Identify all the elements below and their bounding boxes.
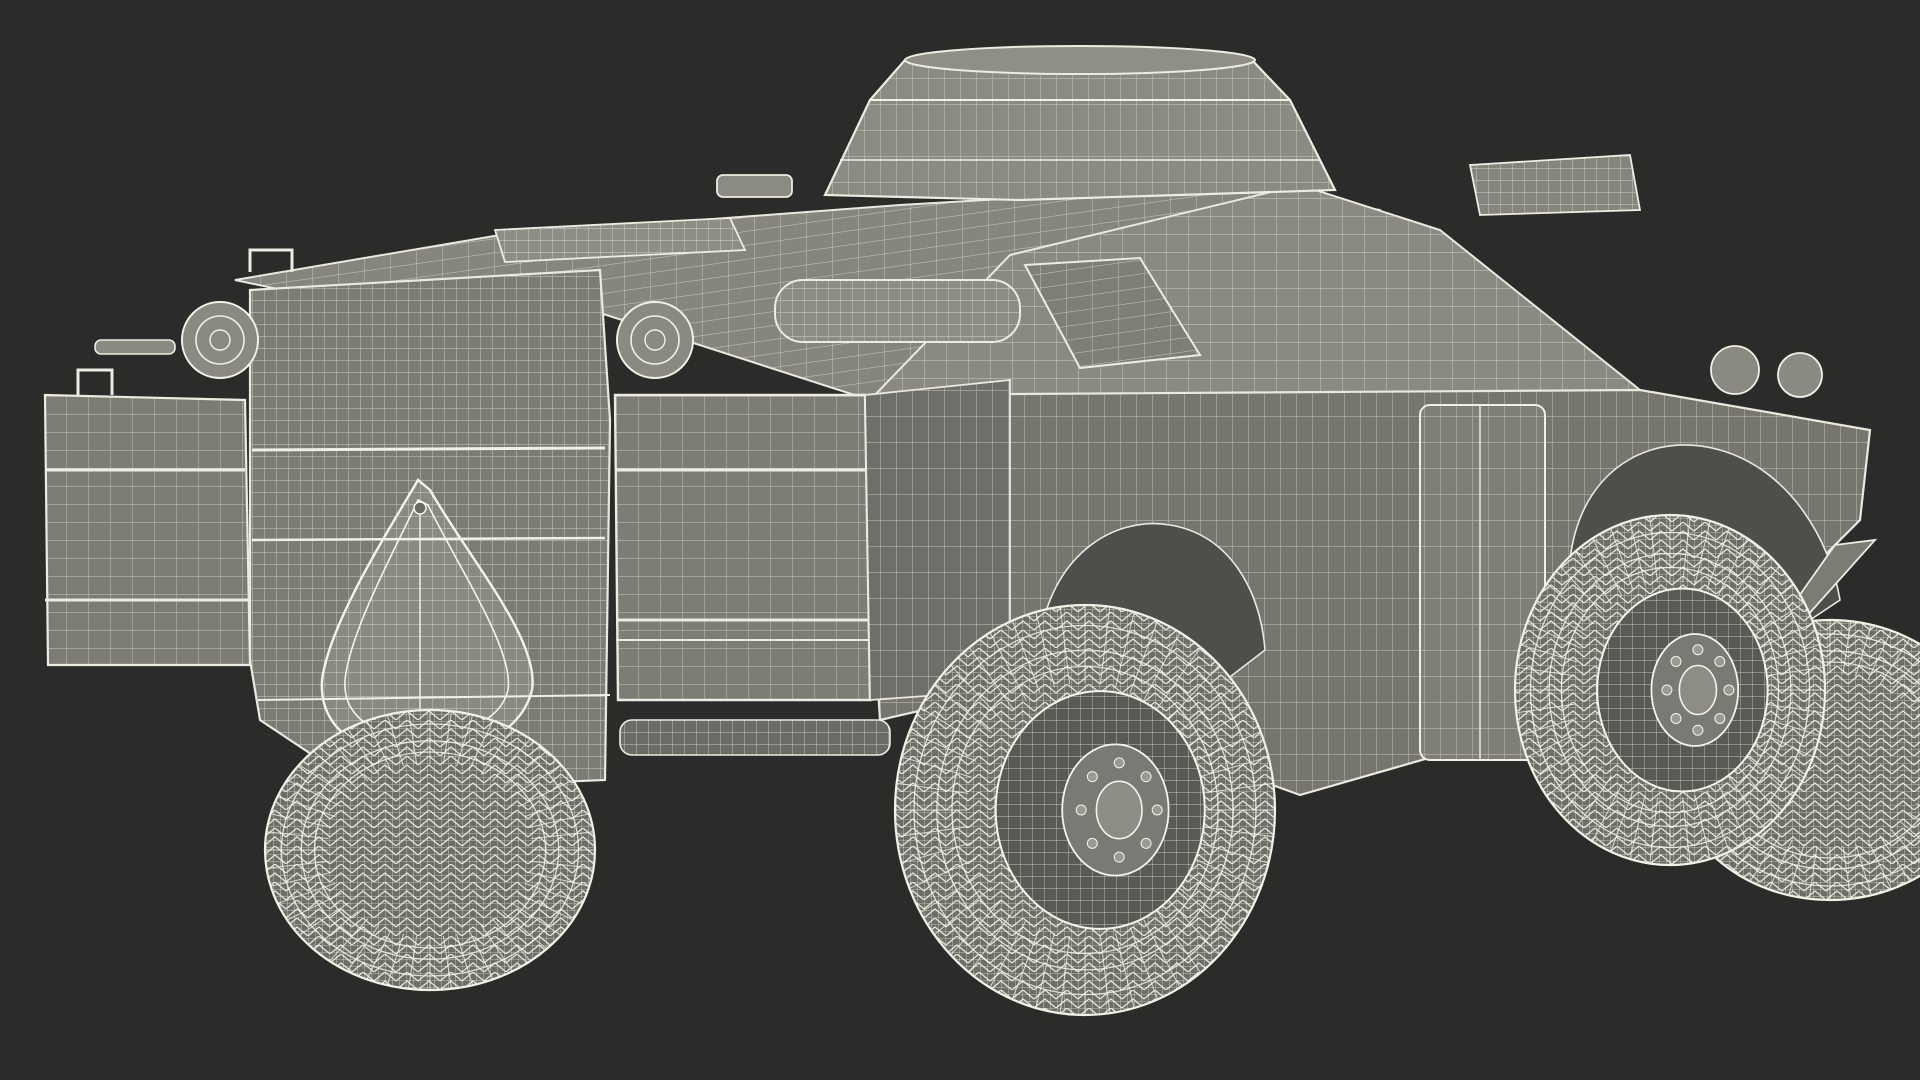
turret [716, 45, 1337, 202]
wheel-rear-right [893, 603, 1277, 1017]
wireframe-render [0, 0, 1920, 1080]
wheel-front-right [1513, 513, 1827, 867]
periscope-block [716, 174, 793, 198]
grab-handle-left [248, 248, 294, 272]
wheel-rear-left [263, 708, 597, 992]
rear-light-left [181, 301, 259, 379]
front-light-left [1710, 345, 1760, 395]
front-light-right [1777, 352, 1823, 398]
vehicle-wireframe [43, 45, 1920, 1017]
turret-hatch [904, 45, 1256, 75]
rear-light-right [616, 301, 694, 379]
grab-handle-rear [76, 368, 114, 395]
rear-tow-pintle [94, 339, 176, 355]
